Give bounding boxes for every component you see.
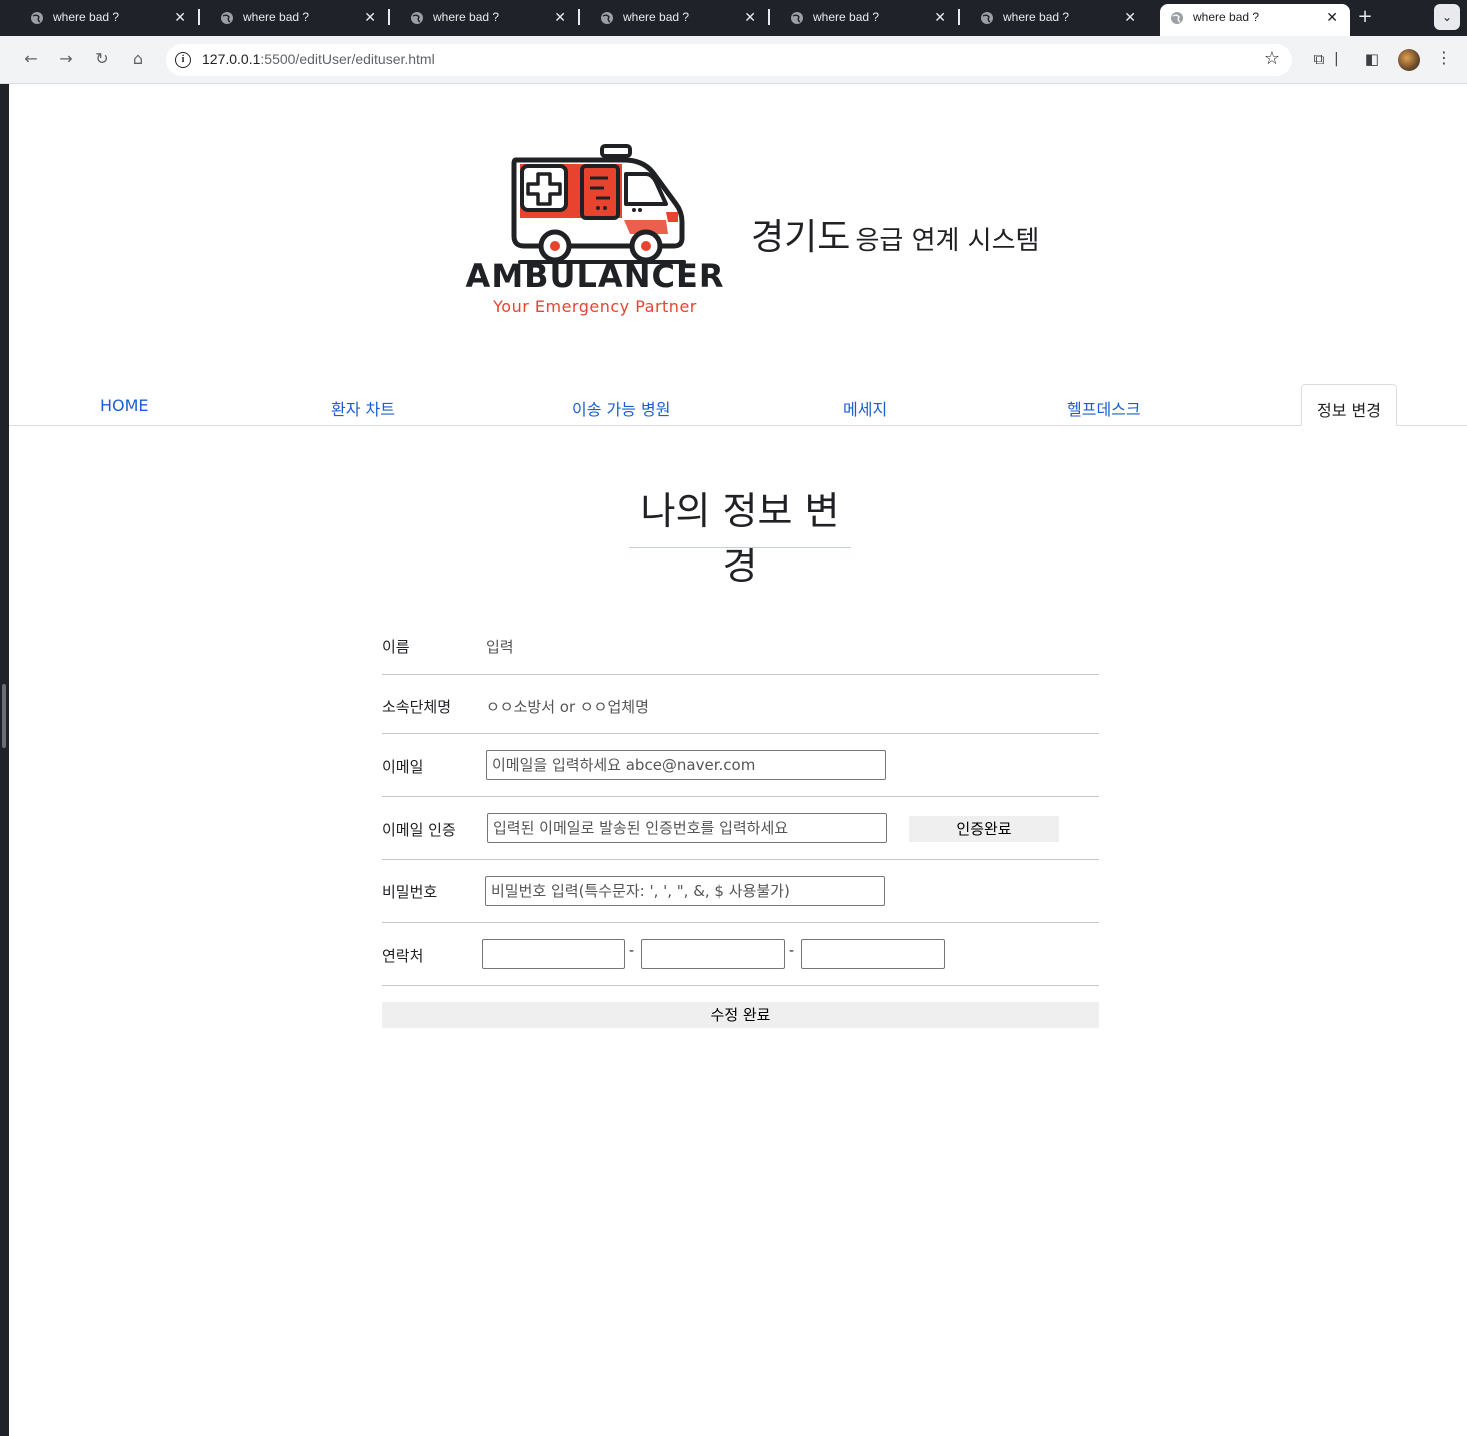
form-row-name: 이름 입력 bbox=[382, 614, 1099, 675]
phone-input-1[interactable] bbox=[482, 939, 625, 969]
side-panel-icon[interactable]: ◧ bbox=[1361, 48, 1383, 70]
nav-edit-info[interactable]: 정보 변경 bbox=[1301, 384, 1397, 426]
name-label: 이름 bbox=[382, 638, 410, 656]
resize-handle[interactable] bbox=[2, 684, 6, 748]
verify-code-input[interactable]: 입력된 이메일로 발송된 인증번호를 입력하세요 bbox=[487, 813, 887, 843]
nav-helpdesk[interactable]: 헬프데스크 bbox=[1067, 396, 1141, 420]
form-row-password: 비밀번호 비밀번호 입력(특수문자: ', ', ", &, $ 사용불가) bbox=[382, 860, 1099, 923]
toolbar-divider: | bbox=[1334, 51, 1339, 67]
globe-icon bbox=[981, 12, 993, 24]
nav-hospitals[interactable]: 이송 가능 병원 bbox=[572, 396, 671, 420]
form-row-org: 소속단체명 ㅇㅇ소방서 or ㅇㅇ업체명 bbox=[382, 675, 1099, 734]
tab-title: where bad ? bbox=[1003, 10, 1070, 24]
globe-icon bbox=[601, 12, 613, 24]
browser-tab[interactable]: where bad ? ✕ bbox=[768, 4, 960, 36]
more-menu-icon[interactable]: ⋮ bbox=[1436, 48, 1452, 67]
title-underline bbox=[629, 547, 851, 548]
tab-bar: where bad ? ✕ where bad ? ✕ where bad ? … bbox=[0, 0, 1467, 36]
browser-tab[interactable]: where bad ? ✕ bbox=[958, 4, 1148, 36]
page-title: 나의 정보 변경 bbox=[640, 489, 840, 588]
name-value: 입력 bbox=[486, 638, 514, 656]
info-icon[interactable]: i bbox=[175, 52, 191, 68]
email-input[interactable]: 이메일을 입력하세요 abce@naver.com bbox=[486, 750, 886, 780]
browser-tab[interactable]: where bad ? ✕ bbox=[198, 4, 390, 36]
ambulance-logo-icon bbox=[511, 144, 686, 264]
browser-tab[interactable]: where bad ? ✕ bbox=[578, 4, 770, 36]
edit-user-form: 이름 입력 소속단체명 ㅇㅇ소방서 or ㅇㅇ업체명 이메일 이메일을 입력하세… bbox=[382, 614, 1099, 986]
page: AMBULANCER Your Emergency Partner 경기도 응급… bbox=[9, 84, 1467, 1436]
form-row-email: 이메일 이메일을 입력하세요 abce@naver.com bbox=[382, 734, 1099, 797]
chevron-down-icon[interactable]: ⌄ bbox=[1434, 4, 1460, 30]
forward-arrow-icon[interactable]: → bbox=[55, 48, 77, 70]
phone-separator: - bbox=[789, 943, 795, 959]
globe-icon bbox=[1171, 12, 1183, 24]
close-icon[interactable]: ✕ bbox=[1326, 9, 1338, 26]
verify-button[interactable]: 인증완료 bbox=[909, 816, 1059, 842]
verify-label: 이메일 인증 bbox=[382, 821, 456, 839]
globe-icon bbox=[221, 12, 233, 24]
brand-tagline: Your Emergency Partner bbox=[493, 297, 697, 316]
brand-name: AMBULANCER bbox=[465, 257, 725, 295]
close-icon[interactable]: ✕ bbox=[1124, 9, 1136, 26]
bookmark-star-icon[interactable]: ☆ bbox=[1264, 48, 1280, 69]
password-label: 비밀번호 bbox=[382, 883, 438, 901]
phone-input-2[interactable] bbox=[641, 939, 785, 969]
password-input[interactable]: 비밀번호 입력(특수문자: ', ', ", &, $ 사용불가) bbox=[485, 876, 885, 906]
window-edge bbox=[0, 84, 9, 1436]
close-icon[interactable]: ✕ bbox=[934, 9, 946, 26]
tab-title: where bad ? bbox=[813, 10, 880, 24]
system-title: 경기도 응급 연계 시스템 bbox=[751, 208, 1039, 260]
close-icon[interactable]: ✕ bbox=[744, 9, 756, 26]
nav-home[interactable]: HOME bbox=[100, 396, 149, 415]
system-title-name: 응급 연계 시스템 bbox=[855, 226, 1040, 256]
form-row-phone: 연락처 - - bbox=[382, 923, 1099, 986]
tab-title: where bad ? bbox=[53, 10, 120, 24]
main-nav: HOME 환자 차트 이송 가능 병원 메세지 헬프데스크 정보 변경 bbox=[9, 384, 1467, 426]
extensions-puzzle-icon[interactable]: ⧉ bbox=[1308, 48, 1330, 70]
tab-title: where bad ? bbox=[243, 10, 310, 24]
reload-icon[interactable]: ↻ bbox=[91, 48, 113, 70]
back-arrow-icon[interactable]: ← bbox=[20, 48, 42, 70]
tab-title: where bad ? bbox=[1193, 10, 1260, 24]
tab-title: where bad ? bbox=[623, 10, 690, 24]
phone-separator: - bbox=[629, 943, 635, 959]
home-icon[interactable]: ⌂ bbox=[127, 48, 149, 70]
org-value: ㅇㅇ소방서 or ㅇㅇ업체명 bbox=[486, 698, 649, 716]
new-tab-plus-icon[interactable]: + bbox=[1354, 6, 1376, 28]
address-bar[interactable]: i 127.0.0.1:5500/editUser/edituser.html … bbox=[166, 44, 1292, 76]
nav-patient-chart[interactable]: 환자 차트 bbox=[331, 396, 395, 420]
phone-input-3[interactable] bbox=[801, 939, 945, 969]
system-title-region: 경기도 bbox=[751, 217, 851, 258]
globe-icon bbox=[31, 12, 43, 24]
phone-label: 연락처 bbox=[382, 947, 424, 965]
browser-tab[interactable]: where bad ? ✕ bbox=[8, 4, 200, 36]
browser-tab[interactable]: where bad ? ✕ bbox=[388, 4, 580, 36]
close-icon[interactable]: ✕ bbox=[364, 9, 376, 26]
url-text: 127.0.0.1:5500/editUser/edituser.html bbox=[202, 51, 435, 67]
profile-avatar[interactable] bbox=[1398, 49, 1420, 71]
email-label: 이메일 bbox=[382, 758, 424, 776]
form-row-verify: 이메일 인증 입력된 이메일로 발송된 인증번호를 입력하세요 인증완료 bbox=[382, 797, 1099, 860]
browser-toolbar: ← → ↻ ⌂ i 127.0.0.1:5500/editUser/editus… bbox=[0, 36, 1467, 84]
close-icon[interactable]: ✕ bbox=[174, 9, 186, 26]
submit-button[interactable]: 수정 완료 bbox=[382, 1002, 1099, 1028]
browser-tab-active[interactable]: where bad ? ✕ bbox=[1160, 4, 1350, 36]
tab-title: where bad ? bbox=[433, 10, 500, 24]
nav-messages[interactable]: 메세지 bbox=[843, 396, 887, 420]
close-icon[interactable]: ✕ bbox=[554, 9, 566, 26]
globe-icon bbox=[411, 12, 423, 24]
globe-icon bbox=[791, 12, 803, 24]
org-label: 소속단체명 bbox=[382, 698, 452, 716]
